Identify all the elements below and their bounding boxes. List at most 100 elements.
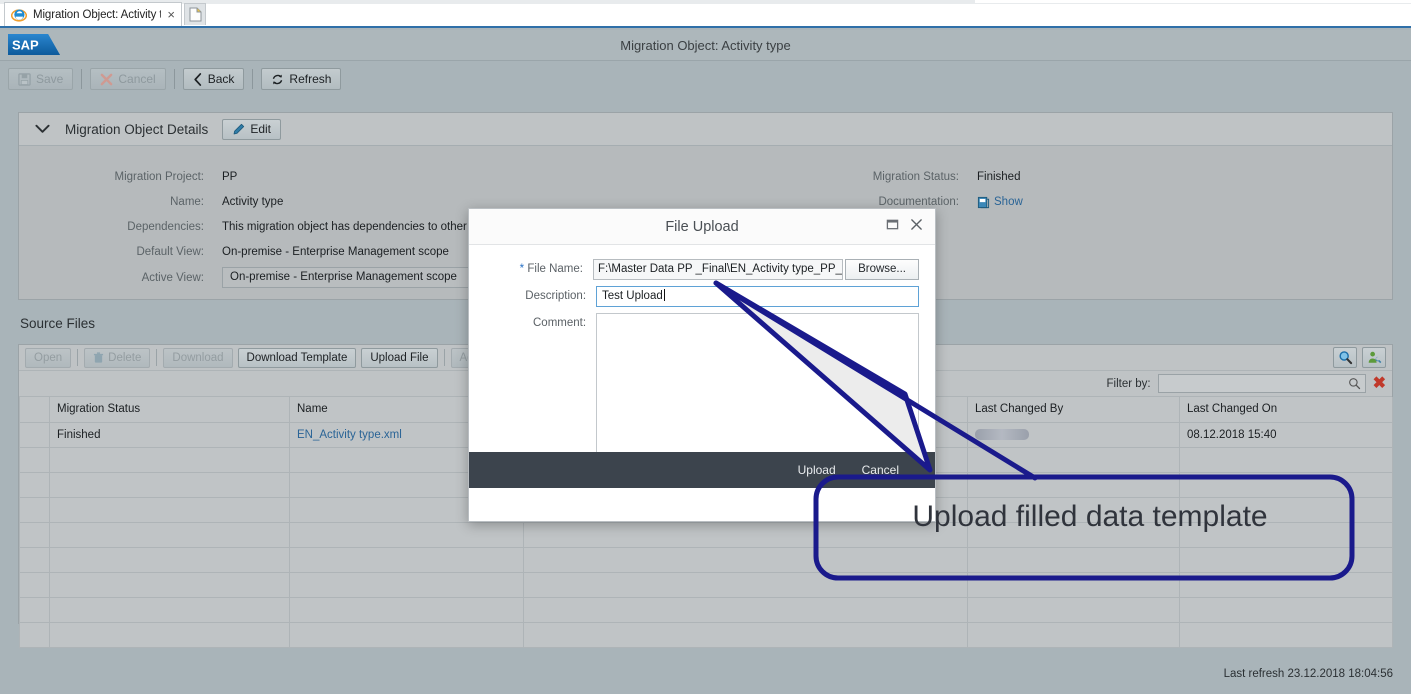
panel-title: Migration Object Details: [65, 121, 209, 137]
file-name-input[interactable]: F:\Master Data PP _Final\EN_Activity typ…: [592, 259, 844, 280]
document-icon: [977, 196, 990, 209]
column-header-migration-status[interactable]: Migration Status: [49, 397, 290, 423]
cell-last-changed-on: 08.12.2018 15:40: [1179, 421, 1393, 448]
select-all-header[interactable]: [19, 397, 50, 423]
row-select-cell[interactable]: [19, 621, 50, 648]
download-template-button-label: Download Template: [246, 351, 348, 364]
redacted-user: [975, 428, 1029, 440]
download-button-label: Download: [172, 351, 224, 364]
toolbar-separator: [173, 69, 175, 89]
address-bar-area: [975, 0, 1411, 3]
field-value: PP: [222, 171, 238, 183]
cell-empty: [523, 596, 968, 623]
new-tab-button[interactable]: [184, 3, 206, 25]
row-select-cell[interactable]: [19, 596, 50, 623]
description-input[interactable]: Test Upload: [596, 286, 919, 307]
download-template-button[interactable]: Download Template: [237, 347, 357, 368]
upload-file-button[interactable]: Upload File: [361, 347, 438, 368]
cell-empty: [1179, 471, 1393, 498]
field-value: On-premise - Enterprise Management scope: [222, 246, 449, 258]
upload-button[interactable]: Upload: [798, 463, 836, 477]
filter-input[interactable]: [1157, 374, 1366, 393]
cell-empty: [967, 546, 1180, 573]
row-select-cell[interactable]: [19, 496, 50, 523]
table-toolbar-right-icons: [1333, 347, 1386, 368]
callout-label: Upload filled data template: [912, 500, 1268, 533]
refresh-button[interactable]: Refresh: [261, 68, 342, 90]
delete-button[interactable]: Delete: [84, 347, 151, 368]
upload-file-button-label: Upload File: [370, 351, 429, 364]
cell-empty: [1179, 596, 1393, 623]
source-files-title: Source Files: [20, 316, 96, 331]
back-button[interactable]: Back: [182, 68, 245, 90]
cell-empty: [1179, 571, 1393, 598]
browser-tab-title: Migration Object: Activity t...: [33, 8, 162, 21]
column-header-last-changed-on[interactable]: Last Changed On: [1179, 397, 1393, 423]
column-header-last-changed-by[interactable]: Last Changed By: [967, 397, 1180, 423]
open-button-label: Open: [34, 351, 63, 364]
row-select-cell[interactable]: [19, 546, 50, 573]
row-select-cell[interactable]: [19, 521, 50, 548]
app-toolbar: Save Cancel Back Refresh: [0, 61, 1411, 97]
field-label: Default View:: [136, 246, 204, 258]
cancel-button-label: Cancel: [118, 72, 156, 86]
restore-window-icon[interactable]: [886, 218, 899, 236]
cell-empty: [49, 446, 290, 473]
row-select-cell[interactable]: [19, 446, 50, 473]
trash-icon: [93, 351, 104, 364]
save-button[interactable]: Save: [8, 68, 74, 90]
last-refresh-text: Last refresh 23.12.2018 18:04:56: [1223, 668, 1393, 680]
cell-empty: [523, 621, 968, 648]
row-select-cell[interactable]: [19, 471, 50, 498]
field-migration-status: Migration Status: Finished: [799, 168, 1199, 186]
description-value: Test Upload: [602, 290, 663, 302]
search-button[interactable]: [1333, 347, 1357, 368]
field-value: Finished: [977, 171, 1021, 183]
new-tab-icon: [189, 7, 201, 22]
field-label: Name:: [170, 196, 204, 208]
table-row[interactable]: [19, 571, 1393, 598]
dialog-window-controls: [886, 209, 923, 245]
table-row[interactable]: [19, 621, 1393, 648]
browser-tab[interactable]: Migration Object: Activity t... ×: [4, 2, 182, 26]
cancel-button[interactable]: Cancel: [90, 68, 166, 90]
cell-empty: [289, 596, 524, 623]
save-button-label: Save: [36, 72, 64, 86]
open-button[interactable]: Open: [25, 347, 72, 368]
browser-tab-close-icon[interactable]: ×: [167, 7, 175, 22]
personalize-button[interactable]: [1362, 347, 1386, 368]
table-row[interactable]: [19, 546, 1393, 573]
row-select-cell[interactable]: [19, 421, 50, 448]
field-name: Name: Activity type: [19, 193, 499, 211]
chevron-left-icon: [193, 72, 203, 86]
status-bar: Last refresh 23.12.2018 18:04:56: [0, 654, 1411, 694]
dialog-body: * File Name: F:\Master Data PP _Final\EN…: [469, 245, 935, 488]
row-select-cell[interactable]: [19, 571, 50, 598]
cell-empty: [967, 471, 1180, 498]
documentation-show-link[interactable]: Show: [977, 196, 1023, 209]
clear-filter-button[interactable]: ✖: [1373, 375, 1386, 392]
field-label: Migration Project:: [114, 171, 204, 183]
personalize-icon: [1368, 351, 1381, 364]
field-value: Activity type: [222, 196, 284, 208]
cell-empty: [1179, 546, 1393, 573]
cell-empty: [289, 546, 524, 573]
sap-shell-header: SAP Migration Object: Activity type: [0, 30, 1411, 61]
cell-empty: [967, 621, 1180, 648]
file-name-label-text: File Name:: [527, 263, 583, 275]
edit-button[interactable]: Edit: [222, 118, 281, 140]
dialog-cancel-button[interactable]: Cancel: [862, 463, 899, 477]
description-row: Description: Test Upload: [485, 286, 919, 307]
chevron-down-icon[interactable]: [33, 120, 51, 138]
file-name-link[interactable]: EN_Activity type.xml: [297, 429, 402, 441]
toolbar-separator: [252, 69, 254, 89]
page-title: Migration Object: Activity type: [620, 38, 791, 53]
download-button[interactable]: Download: [163, 347, 233, 368]
table-row[interactable]: [19, 596, 1393, 623]
cell-empty: [289, 621, 524, 648]
comment-label: Comment:: [533, 317, 587, 329]
cell-last-changed-by: [967, 421, 1180, 448]
close-icon[interactable]: [910, 218, 923, 236]
browse-button[interactable]: Browse...: [845, 259, 919, 280]
close-x-icon: [100, 73, 113, 86]
